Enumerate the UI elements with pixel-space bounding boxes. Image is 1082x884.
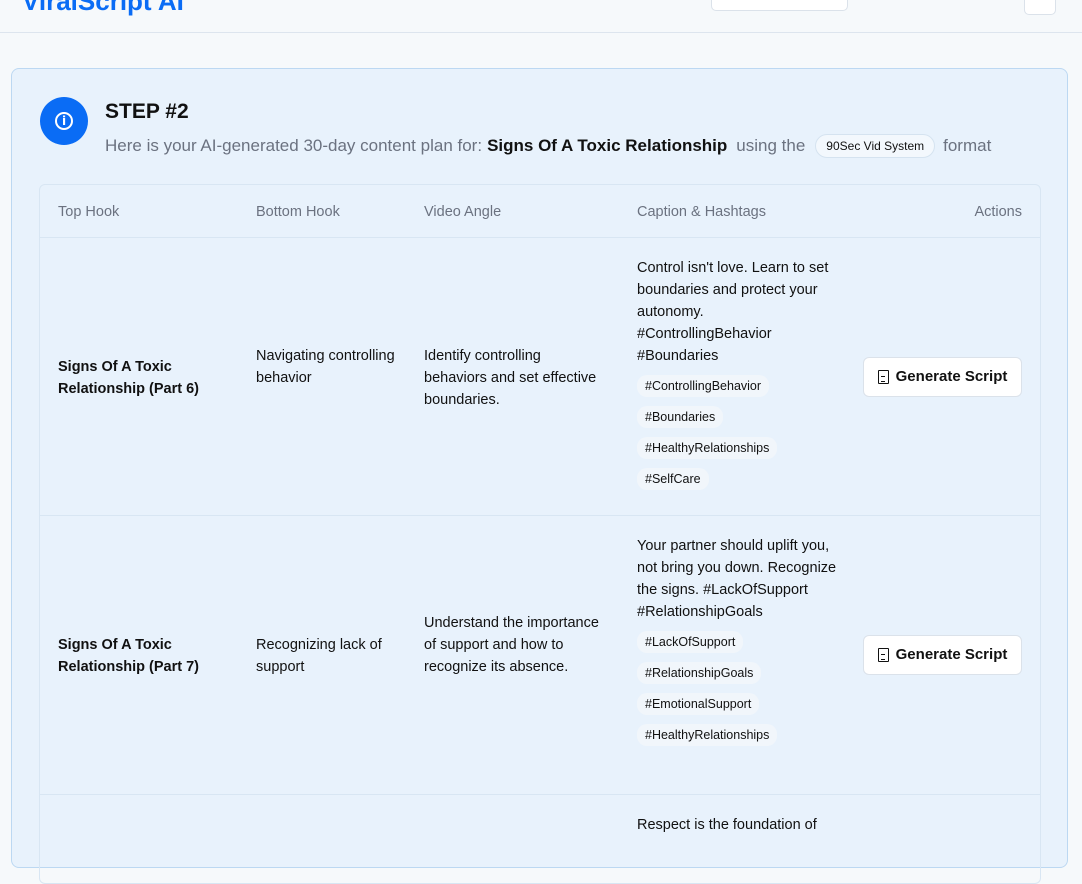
table-row: Respect is the foundation of <box>40 795 1040 883</box>
using-text: using the <box>736 136 806 155</box>
format-suffix: format <box>943 136 992 155</box>
document-icon <box>877 648 889 662</box>
content-plan-table: Top Hook Bottom Hook Video Angle Caption… <box>39 184 1041 884</box>
step-title: STEP #2 <box>105 100 189 123</box>
header-caption: Caption & Hashtags <box>637 204 766 220</box>
bottom-hook: Recognizing lack of support <box>256 637 382 675</box>
video-angle: Identify controlling behaviors and set e… <box>424 348 597 408</box>
hashtag: #EmotionalSupport <box>637 693 760 715</box>
intro-text: Here is your AI-generated 30-day content… <box>105 136 483 155</box>
header-actions: Actions <box>974 204 1022 220</box>
top-hook: Signs Of A Toxic Relationship (Part 7) <box>58 637 199 675</box>
caption-text: Control isn't love. Learn to set boundar… <box>637 260 829 364</box>
caption-cell: Control isn't love. Learn to set boundar… <box>637 257 837 499</box>
hashtag: #ControllingBehavior <box>637 375 770 397</box>
format-badge: 90Sec Vid System <box>815 134 936 158</box>
generate-script-button[interactable]: Generate Script <box>863 357 1022 397</box>
bottom-hook: Navigating controlling behavior <box>256 348 395 386</box>
table-row: Signs Of A Toxic Relationship (Part 7) R… <box>40 516 1040 795</box>
header-button[interactable] <box>711 0 848 11</box>
hashtag: #HealthyRelationships <box>637 437 778 459</box>
top-hook: Signs Of A Toxic Relationship (Part 6) <box>58 359 199 397</box>
topic-text: Signs Of A Toxic Relationship <box>487 136 728 155</box>
table-row: Signs Of A Toxic Relationship (Part 6) N… <box>40 238 1040 516</box>
button-label: Generate Script <box>895 368 1008 385</box>
header-icon-button[interactable] <box>1024 0 1056 15</box>
app-header: ViralScript AI <box>0 0 1082 33</box>
hashtag: #SelfCare <box>637 468 709 490</box>
video-angle: Understand the importance of support and… <box>424 615 599 675</box>
document-icon <box>877 370 889 384</box>
button-label: Generate Script <box>895 646 1008 663</box>
header-top-hook: Top Hook <box>58 204 120 220</box>
generate-script-button[interactable]: Generate Script <box>863 635 1022 675</box>
info-icon: i <box>40 97 88 145</box>
hashtag: #HealthyRelationships <box>637 724 778 746</box>
caption-text: Your partner should uplift you, not brin… <box>637 538 837 620</box>
hashtag: #Boundaries <box>637 406 724 428</box>
hashtag: #LackOfSupport <box>637 631 744 653</box>
step-card: i STEP #2 Here is your AI-generated 30-d… <box>11 68 1068 884</box>
header-bottom-hook: Bottom Hook <box>256 204 340 220</box>
caption-text: Respect is the foundation of <box>637 817 817 833</box>
caption-cell: Your partner should uplift you, not brin… <box>637 535 837 755</box>
logo[interactable]: ViralScript AI <box>22 0 184 17</box>
hashtag: #RelationshipGoals <box>637 662 762 684</box>
header-video-angle: Video Angle <box>424 204 502 220</box>
step-description: Here is your AI-generated 30-day content… <box>105 134 991 158</box>
table-header: Top Hook Bottom Hook Video Angle Caption… <box>40 185 1040 238</box>
